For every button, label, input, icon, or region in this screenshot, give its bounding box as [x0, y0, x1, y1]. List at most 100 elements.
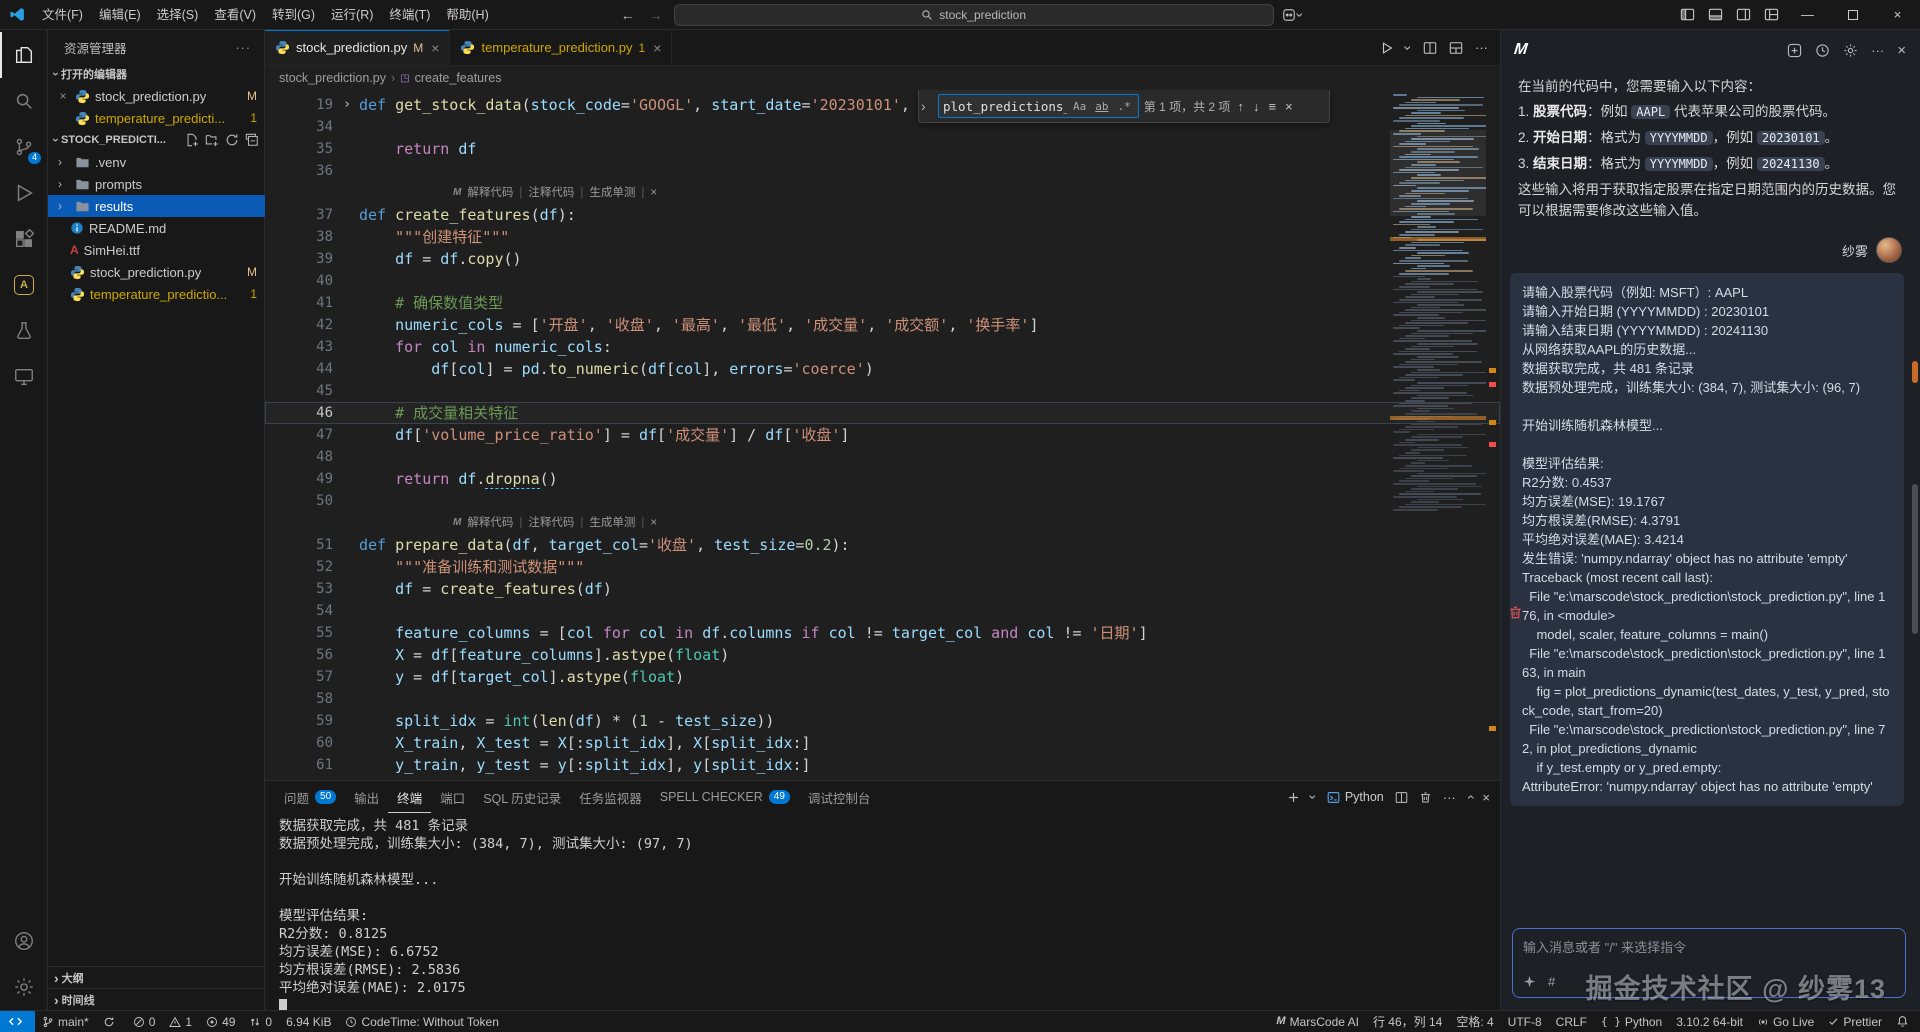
codelens-explain[interactable]: 解释代码 [467, 182, 513, 204]
code-line-48[interactable]: 48 [265, 446, 1500, 468]
remote-explorer-icon[interactable] [0, 354, 48, 400]
ai-more-icon[interactable]: ··· [1871, 43, 1884, 58]
codelens-gen-test[interactable]: 生成单测 [589, 512, 635, 534]
tree-item-SimHei.ttf[interactable]: ASimHei.ttf [48, 239, 265, 261]
code-line-39[interactable]: 39 df = df.copy() [265, 248, 1500, 270]
status-usage-size[interactable]: 6.94 KiB [279, 1011, 338, 1032]
status-python-interpreter[interactable]: 3.10.2 64-bit [1669, 1011, 1750, 1032]
back-button[interactable]: ← [618, 7, 638, 23]
ai-chat-messages[interactable]: 在当前的代码中，您需要输入以下内容：1. 股票代码：例如 AAPL 代表苹果公司… [1500, 70, 1920, 920]
status-spell-checker-status[interactable]: 49 [199, 1011, 242, 1032]
code-line-61[interactable]: 61 y_train, y_test = y[:split_idx], y[sp… [265, 754, 1500, 776]
code-line-42[interactable]: 42 numeric_cols = ['开盘', '收盘', '最高', '最低… [265, 314, 1500, 336]
ai-scrollbar-thumb[interactable] [1912, 484, 1918, 634]
minimap[interactable] [1390, 94, 1486, 780]
sidebar-section-timeline[interactable]: ›时间线 [48, 988, 265, 1010]
ai-assistant-icon[interactable]: A [0, 262, 48, 308]
toggle-panel-icon[interactable] [1701, 0, 1729, 29]
close-window-button[interactable]: × [1875, 0, 1920, 29]
code-line-55[interactable]: 55 feature_columns = [col for col in df.… [265, 622, 1500, 644]
tree-item-README.md[interactable]: README.md [48, 217, 265, 239]
tree-item-temperature_predictio...[interactable]: temperature_predictio...1 [48, 283, 265, 305]
new-folder-icon[interactable] [205, 133, 219, 147]
code-line-50[interactable]: 50 [265, 490, 1500, 512]
codelens-gen-test[interactable]: 生成单测 [589, 182, 635, 204]
tree-item-.venv[interactable]: ›.venv [48, 151, 265, 173]
panel-tab-[interactable]: 问题50 [275, 781, 345, 813]
new-file-icon[interactable] [185, 133, 199, 147]
ai-scrollbar[interactable] [1912, 70, 1918, 1010]
code-line-36[interactable]: 36 [265, 160, 1500, 182]
status-sync-status[interactable] [96, 1011, 126, 1032]
breadcrumb-symbol[interactable]: create_features [415, 71, 502, 85]
editor-layout-icon[interactable] [1449, 41, 1463, 55]
code-line-43[interactable]: 43 for col in numeric_cols: [265, 336, 1500, 358]
menu-item[interactable]: 查看(V) [206, 4, 264, 26]
code-line-57[interactable]: 57 y = df[target_col].astype(float) [265, 666, 1500, 688]
terminal-dropdown-icon[interactable]: › [1306, 795, 1320, 800]
code-line-59[interactable]: 59 split_idx = int(len(df) * (1 - test_s… [265, 710, 1500, 732]
copilot-menu[interactable]: › [1282, 8, 1303, 22]
status-eol[interactable]: CRLF [1549, 1011, 1594, 1032]
status-git-branch[interactable]: main* [35, 1011, 96, 1032]
close-editor-icon[interactable]: × [56, 89, 70, 103]
regex-icon[interactable]: .* [1115, 99, 1134, 114]
panel-tab-[interactable]: 端口 [431, 781, 474, 813]
menu-item[interactable]: 帮助(H) [438, 4, 496, 26]
status-cursor-position[interactable]: 行 46，列 14 [1366, 1011, 1449, 1032]
codelens-comment[interactable]: 注释代码 [528, 182, 574, 204]
refresh-icon[interactable] [225, 133, 239, 147]
status-remote[interactable] [0, 1011, 35, 1032]
account-icon[interactable] [0, 918, 48, 964]
status-errors[interactable]: 0 [126, 1011, 163, 1032]
testing-icon[interactable] [0, 308, 48, 354]
sidebar-more-actions[interactable]: ··· [236, 41, 252, 55]
code-line-60[interactable]: 60 X_train, X_test = X[:split_idx], X[sp… [265, 732, 1500, 754]
code-line-38[interactable]: 38 """创建特征""" [265, 226, 1500, 248]
code-line-56[interactable]: 56 X = df[feature_columns].astype(float) [265, 644, 1500, 666]
status-encoding[interactable]: UTF-8 [1501, 1011, 1549, 1032]
code-line-45[interactable]: 45 [265, 380, 1500, 402]
code-line-40[interactable]: 40 [265, 270, 1500, 292]
code-line-58[interactable]: 58 [265, 688, 1500, 710]
maximize-button[interactable] [1830, 0, 1875, 29]
sidebar-section-outline[interactable]: ›大纲 [48, 966, 265, 988]
code-line-46[interactable]: 46 # 成交量相关特征 [265, 402, 1500, 424]
status-prettier[interactable]: Prettier [1821, 1011, 1889, 1032]
maximize-panel-icon[interactable]: › [1462, 795, 1476, 800]
code-editor[interactable]: 19›def get_stock_data(stock_code='GOOGL'… [265, 90, 1500, 780]
breadcrumb[interactable]: stock_prediction.py › ◳ create_features [265, 66, 1500, 90]
history-icon[interactable] [1815, 43, 1830, 58]
find-input[interactable]: plot_predictions_dynamic Aa ab .* [938, 94, 1139, 118]
code-line-44[interactable]: 44 df[col] = pd.to_numeric(df[col], erro… [265, 358, 1500, 380]
code-line-54[interactable]: 54 [265, 600, 1500, 622]
code-line-47[interactable]: 47 df['volume_price_ratio'] = df['成交量'] … [265, 424, 1500, 446]
editor-tab-temperature_prediction.py[interactable]: temperature_prediction.py1× [450, 30, 672, 65]
status-marscode-ai[interactable]: MMarsCode AI [1269, 1011, 1366, 1032]
customize-layout-icon[interactable] [1757, 0, 1785, 29]
new-chat-icon[interactable] [1787, 43, 1802, 58]
more-actions-icon[interactable]: ··· [1475, 40, 1488, 55]
status-ports-status[interactable]: 0 [242, 1011, 279, 1032]
code-line-51[interactable]: 51def prepare_data(df, target_col='收盘', … [265, 534, 1500, 556]
open-editor-item[interactable]: temperature_predicti...1 [48, 107, 265, 129]
breadcrumb-file[interactable]: stock_prediction.py [279, 71, 386, 85]
context-hash-icon[interactable]: # [1548, 974, 1555, 989]
toggle-sidebar-icon[interactable] [1673, 0, 1701, 29]
panel-tab-[interactable]: 调试控制台 [799, 781, 880, 813]
command-center-search[interactable]: stock_prediction [674, 4, 1274, 26]
tree-item-stock_prediction.py[interactable]: stock_prediction.pyM [48, 261, 265, 283]
skills-icon[interactable] [1523, 975, 1536, 988]
run-dropdown-icon[interactable]: › [1402, 45, 1416, 50]
extensions-icon[interactable] [0, 216, 48, 262]
menu-item[interactable]: 文件(F) [34, 4, 91, 26]
code-line-37[interactable]: 37def create_features(df): [265, 204, 1500, 226]
code-line-52[interactable]: 52 """准备训练和测试数据""" [265, 556, 1500, 578]
settings-gear-icon[interactable] [0, 964, 48, 1010]
find-in-selection-icon[interactable]: ≡ [1266, 99, 1278, 114]
menu-item[interactable]: 选择(S) [149, 4, 207, 26]
close-find-icon[interactable]: × [1283, 99, 1295, 114]
status-notifications[interactable] [1889, 1011, 1920, 1032]
open-editors-header[interactable]: › 打开的编辑器 [48, 63, 265, 85]
kill-terminal-icon[interactable] [1419, 791, 1432, 804]
